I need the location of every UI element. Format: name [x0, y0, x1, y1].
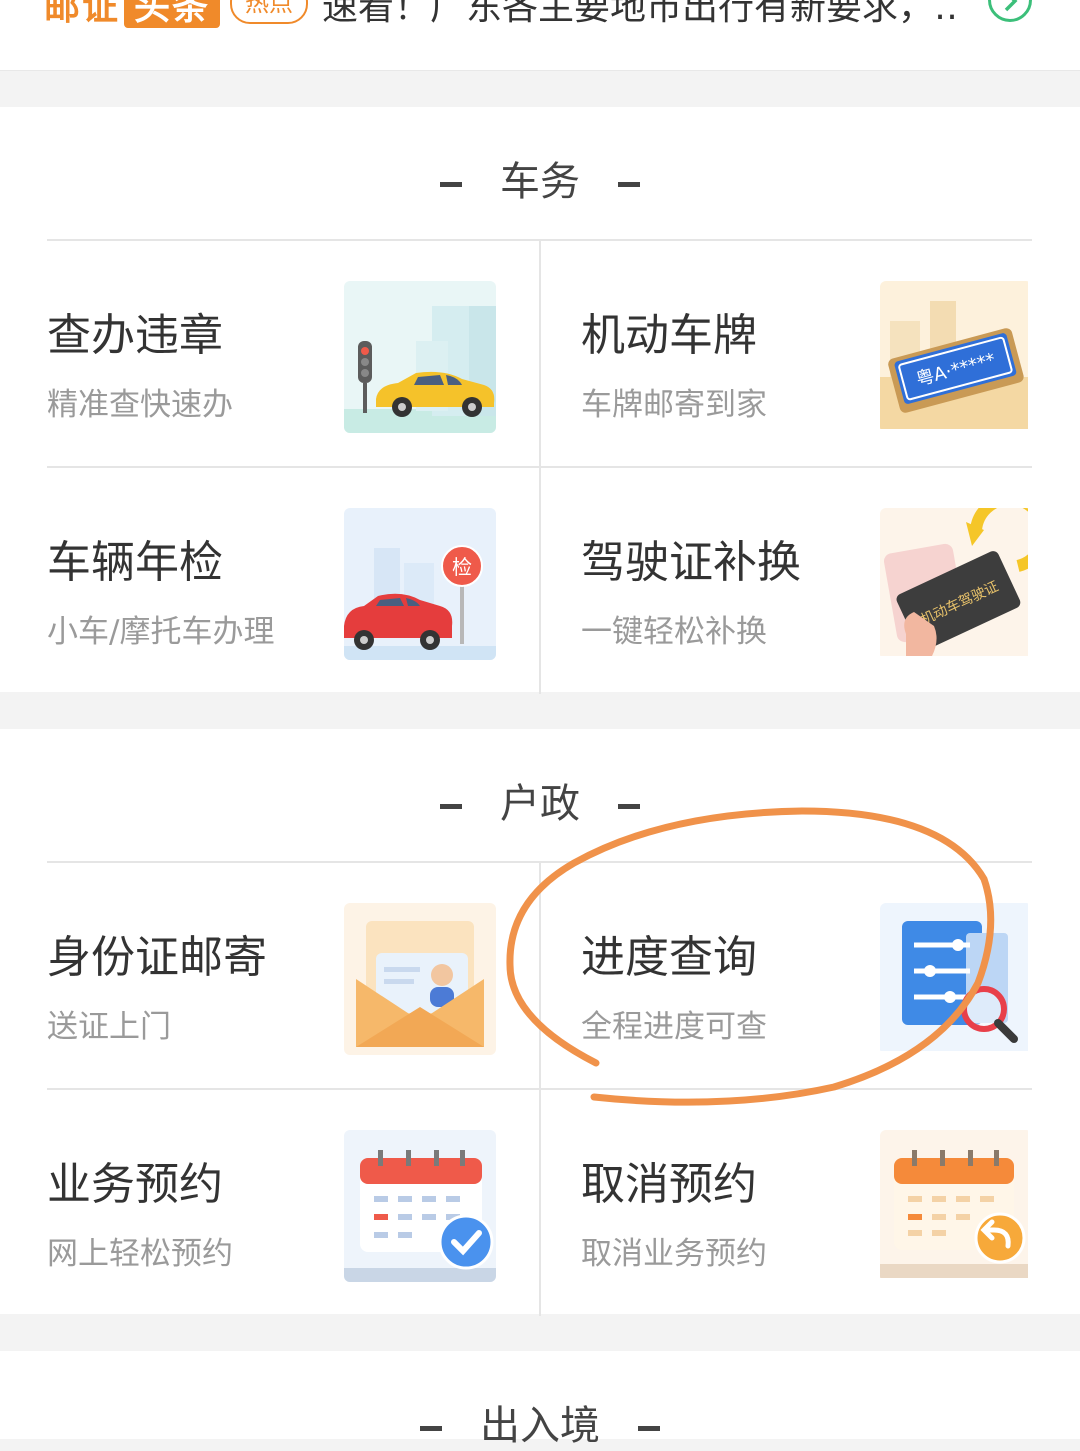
service-title: 取消预约 — [581, 1159, 757, 1210]
service-subtitle: 小车/摩托车办理 — [47, 614, 275, 650]
chevron-right-icon[interactable] — [988, 0, 1032, 22]
service-driver-license-replace[interactable]: 驾驶证补换 一键轻松补换 机动车驾驶证 — [540, 468, 1032, 694]
section-household: 户政 身份证邮寄 送证上门 进度查询 全程进度可查 业务预约 网上轻松预约 取消… — [0, 729, 1080, 1316]
service-progress-query[interactable]: 进度查询 全程进度可查 — [540, 863, 1032, 1089]
calendar-check-icon — [344, 1130, 496, 1282]
title-dash-left — [440, 181, 462, 187]
hot-badge: 热点 — [230, 0, 308, 24]
title-dash-right — [618, 181, 640, 187]
service-title: 身份证邮寄 — [47, 932, 267, 983]
id-card-envelope-icon — [344, 903, 496, 1055]
service-appointment[interactable]: 业务预约 网上轻松预约 — [47, 1090, 539, 1316]
title-dash-left — [440, 803, 462, 809]
inspection-sign-text: 检 — [452, 555, 472, 579]
service-id-card-mail[interactable]: 身份证邮寄 送证上门 — [47, 863, 539, 1089]
news-ticker[interactable]: 邮证 头条 热点 速看！广东各主要地市出行有新要求，… — [0, 0, 1080, 71]
section-title: 车务 — [0, 149, 1080, 207]
service-annual-inspection[interactable]: 车辆年检 小车/摩托车办理 检 — [47, 468, 539, 694]
service-subtitle: 车牌邮寄到家 — [581, 387, 767, 423]
service-grid: 查办违章 精准查快速办 机动车牌 车牌邮寄到家 粤A·***** 车辆年检 小车… — [47, 239, 1032, 694]
driver-license-icon: 机动车驾驶证 — [880, 508, 1032, 660]
service-title: 车辆年检 — [47, 537, 223, 588]
title-dash-right — [638, 1425, 660, 1431]
service-license-plate[interactable]: 机动车牌 车牌邮寄到家 粤A·***** — [540, 241, 1032, 467]
section-vehicle: 车务 查办违章 精准查快速办 机动车牌 车牌邮寄到家 粤A·***** 车辆年检… — [0, 107, 1080, 694]
service-grid: 身份证邮寄 送证上门 进度查询 全程进度可查 业务预约 网上轻松预约 取消预约 … — [47, 861, 1032, 1316]
traffic-light-car-icon — [344, 281, 496, 433]
service-title: 驾驶证补换 — [581, 537, 801, 588]
service-title: 进度查询 — [581, 932, 757, 983]
inspection-car-icon: 检 — [344, 508, 496, 660]
title-dash-left — [420, 1425, 442, 1431]
service-subtitle: 取消业务预约 — [581, 1236, 767, 1272]
news-headline[interactable]: 速看！广东各主要地市出行有新要求，… — [322, 0, 962, 30]
service-traffic-violation[interactable]: 查办违章 精准查快速办 — [47, 241, 539, 467]
service-subtitle: 送证上门 — [47, 1009, 171, 1045]
license-plate-icon: 粤A·***** — [880, 281, 1032, 433]
section-title: 出入境 — [0, 1393, 1080, 1451]
service-title: 查办违章 — [47, 310, 223, 361]
service-title: 机动车牌 — [581, 310, 757, 361]
service-title: 业务预约 — [47, 1159, 223, 1210]
service-cancel-appointment[interactable]: 取消预约 取消业务预约 — [540, 1090, 1032, 1316]
title-dash-right — [618, 803, 640, 809]
service-subtitle: 网上轻松预约 — [47, 1236, 233, 1272]
service-subtitle: 全程进度可查 — [581, 1009, 767, 1045]
news-brand-logo: 邮证 头条 — [44, 0, 221, 30]
service-subtitle: 一键轻松补换 — [581, 614, 767, 650]
section-title: 户政 — [0, 771, 1080, 829]
service-subtitle: 精准查快速办 — [47, 387, 233, 423]
progress-search-icon — [880, 903, 1032, 1055]
section-exit-entry: 出入境 — [0, 1351, 1080, 1449]
calendar-undo-icon — [880, 1130, 1032, 1282]
